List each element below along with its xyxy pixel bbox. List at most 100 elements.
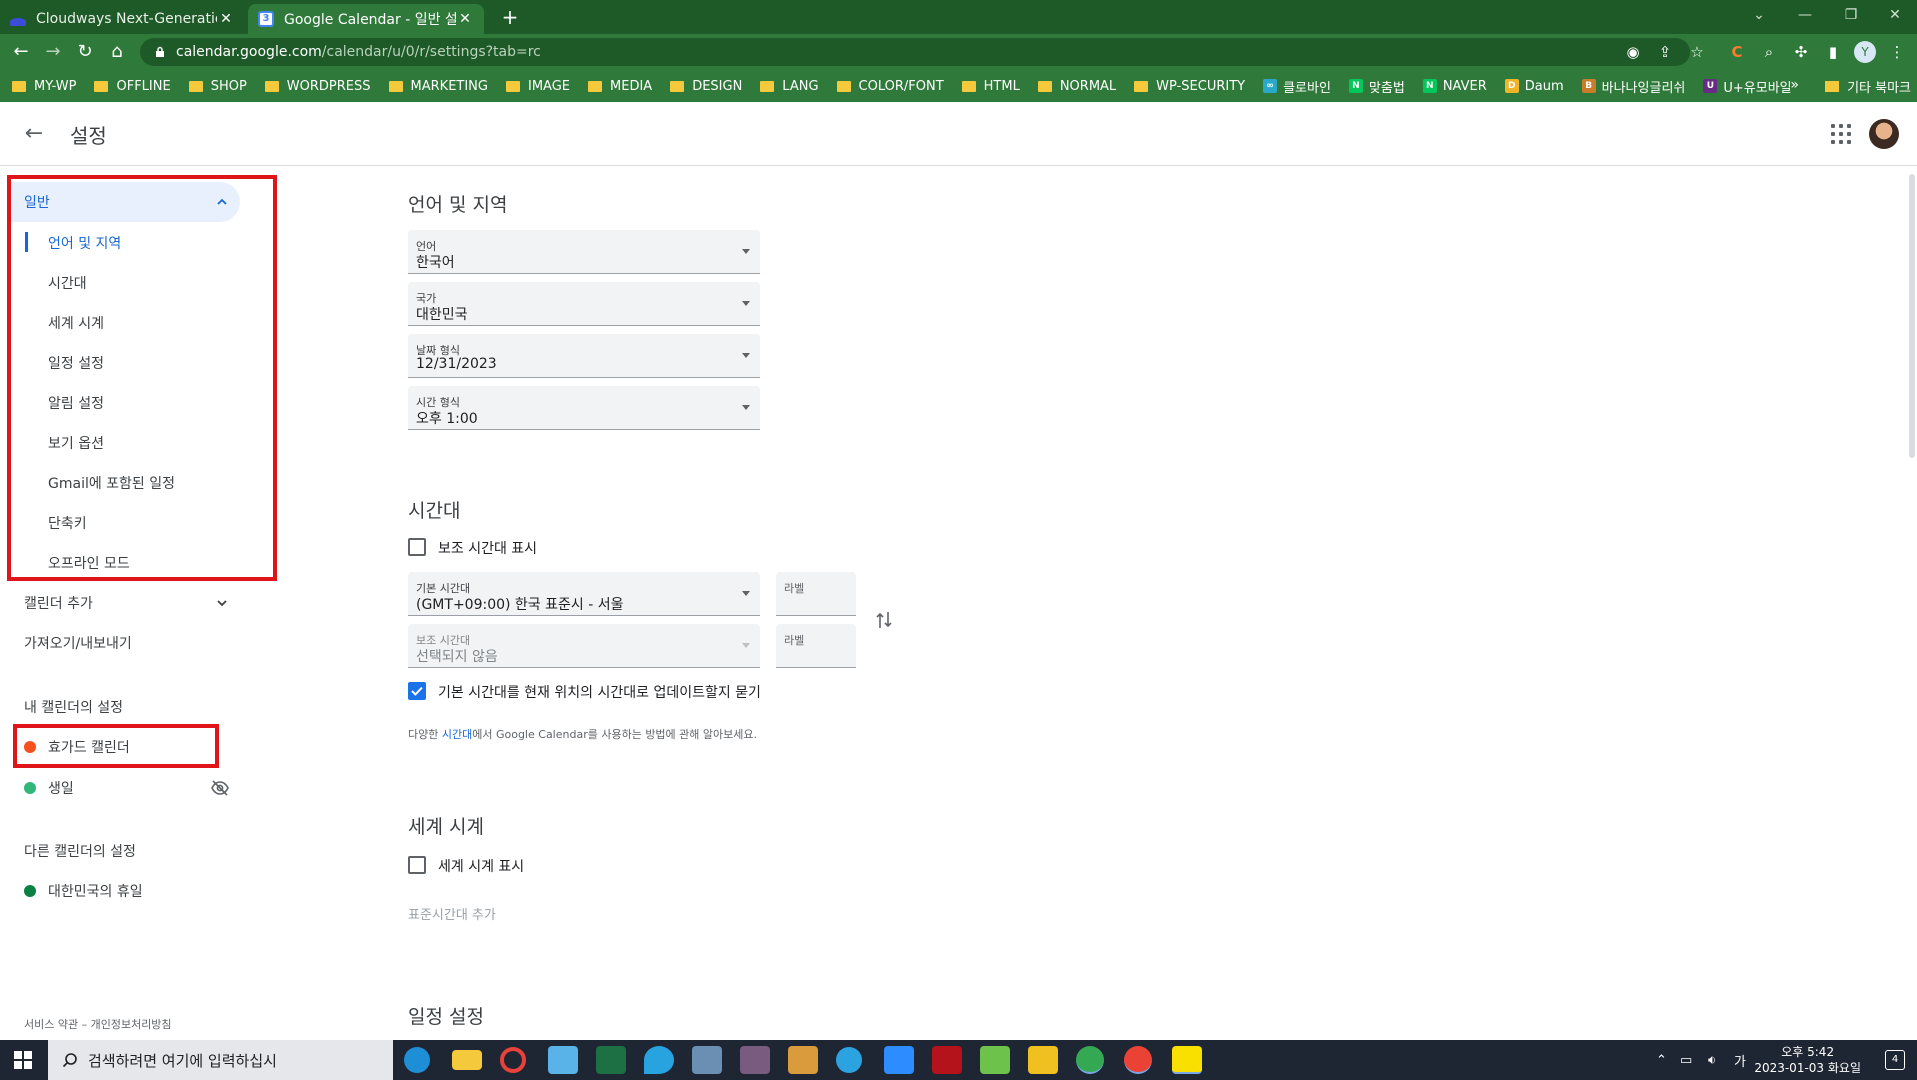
sidebar-item-import-export[interactable]: 가져오기/내보내기 xyxy=(24,633,132,653)
menu-icon[interactable]: ⋮ xyxy=(1886,41,1908,63)
drive-icon[interactable] xyxy=(1028,1046,1058,1074)
country-select[interactable]: 국가 대한민국 xyxy=(408,282,760,326)
bookmark-item[interactable]: U U+유모바일 xyxy=(1703,77,1792,96)
visibility-off-icon[interactable] xyxy=(210,778,230,798)
bookmarks-more-icon[interactable]: » xyxy=(1790,77,1799,93)
tab-cloudways[interactable]: Cloudways Next-Generation Clo ✕ xyxy=(0,4,245,34)
bookmark-item[interactable]: D Daum xyxy=(1504,79,1564,94)
bookmark-item[interactable]: WP-SECURITY xyxy=(1134,79,1245,94)
opera-icon[interactable] xyxy=(500,1047,526,1073)
excel-icon[interactable] xyxy=(596,1046,626,1074)
kakaotalk-icon[interactable] xyxy=(1172,1046,1202,1074)
chrome-icon[interactable] xyxy=(1076,1046,1104,1074)
ask-update-timezone-checkbox[interactable] xyxy=(408,682,426,700)
google-apps-icon[interactable] xyxy=(1831,124,1851,144)
close-window-icon[interactable]: ✕ xyxy=(1872,0,1917,30)
bookmark-item[interactable]: WORDPRESS xyxy=(264,79,371,94)
bookmark-item[interactable]: MY-WP xyxy=(12,79,76,94)
back-arrow-icon[interactable]: ← xyxy=(22,122,46,146)
bookmark-item[interactable]: DESIGN xyxy=(670,79,742,94)
sidebar-item-add-calendar[interactable]: 캘린더 추가 xyxy=(24,593,93,613)
extension-search-icon[interactable]: ⌕ xyxy=(1758,41,1780,63)
primary-timezone-label-input[interactable]: 라벨 xyxy=(776,572,856,616)
bookmark-item[interactable]: ∞ 클로바인 xyxy=(1263,77,1331,96)
sidebar-item-korean-holidays[interactable]: 대한민국의 휴일 xyxy=(48,881,143,901)
extensions-puzzle-icon[interactable]: ✣ xyxy=(1790,41,1812,63)
bookmark-item[interactable]: SHOP xyxy=(188,79,247,94)
avatar[interactable] xyxy=(1869,119,1899,149)
chevron-down-icon[interactable] xyxy=(216,597,228,609)
bookmark-item[interactable]: N 맞춤법 xyxy=(1348,77,1405,96)
windows-start-icon[interactable] xyxy=(14,1051,32,1069)
address-bar[interactable]: calendar.google.com/calendar/u/0/r/setti… xyxy=(140,38,1690,66)
bookmark-label: LANG xyxy=(782,78,819,94)
app-icon[interactable] xyxy=(740,1046,770,1074)
secondary-timezone-label-input[interactable]: 라벨 xyxy=(776,624,856,668)
swap-timezones-icon[interactable] xyxy=(874,608,894,632)
show-hidden-icons[interactable]: ⌃ xyxy=(1656,1040,1667,1080)
other-bookmarks[interactable]: 기타 북마크 xyxy=(1825,72,1911,100)
star-icon[interactable]: ☆ xyxy=(1686,41,1708,63)
ime-indicator[interactable]: 가 xyxy=(1734,1040,1746,1080)
bookmark-item[interactable]: MARKETING xyxy=(388,79,488,94)
label-placeholder: 라벨 xyxy=(784,634,805,647)
date-format-select[interactable]: 날짜 형식 12/31/2023 xyxy=(408,334,760,378)
bookmark-item[interactable]: MEDIA xyxy=(588,79,652,94)
bookmark-item[interactable]: OFFLINE xyxy=(94,79,171,94)
home-icon[interactable]: ⌂ xyxy=(104,39,130,65)
bookmark-item[interactable]: HTML xyxy=(961,79,1020,94)
restore-icon[interactable]: ❐ xyxy=(1828,0,1874,30)
filezilla-icon[interactable] xyxy=(932,1046,962,1074)
calculator-icon[interactable] xyxy=(692,1046,722,1074)
chrome-icon[interactable] xyxy=(1124,1046,1152,1074)
bookmark-item[interactable]: B 바나나잉글리쉬 xyxy=(1581,77,1685,96)
edge-icon[interactable] xyxy=(404,1047,430,1073)
tab-search-icon[interactable]: ⌄ xyxy=(1736,0,1782,30)
app-icon[interactable] xyxy=(788,1046,818,1074)
language-select[interactable]: 언어 한국어 xyxy=(408,230,760,274)
telegram-icon[interactable] xyxy=(836,1047,862,1073)
bookmark-item[interactable]: COLOR/FONT xyxy=(836,79,944,94)
footer-links[interactable]: 서비스 약관 – 개인정보처리방침 xyxy=(24,1016,172,1032)
taskbar-search-input[interactable]: 검색하려면 여기에 입력하십시 xyxy=(48,1040,393,1080)
primary-timezone-select[interactable]: 기본 시간대 (GMT+09:00) 한국 표준시 - 서울 xyxy=(408,572,760,616)
add-timezone-link[interactable]: 표준시간대 추가 xyxy=(408,904,496,923)
zoom-icon[interactable] xyxy=(884,1046,914,1074)
close-tab-icon[interactable]: ✕ xyxy=(456,11,474,27)
bookmark-item[interactable]: N NAVER xyxy=(1422,79,1487,94)
app-icon[interactable] xyxy=(980,1046,1010,1074)
minimize-icon[interactable]: — xyxy=(1782,0,1828,30)
share-icon[interactable]: ⇪ xyxy=(1654,41,1676,63)
system-clock[interactable]: 오후 5:42 2023-01-03 화요일 xyxy=(1754,1044,1861,1076)
secondary-timezone-select[interactable]: 보조 시간대 선택되지 않음 xyxy=(408,624,760,668)
bookmark-item[interactable]: LANG xyxy=(760,78,819,94)
timezone-help-link[interactable]: 시간대 xyxy=(442,728,472,741)
eye-icon[interactable]: ◉ xyxy=(1622,41,1644,63)
forward-icon[interactable]: → xyxy=(40,39,66,65)
bookmark-item[interactable]: NORMAL xyxy=(1037,79,1116,94)
close-tab-icon[interactable]: ✕ xyxy=(217,11,235,27)
file-explorer-icon[interactable] xyxy=(452,1050,482,1070)
bookmark-label: 클로바인 xyxy=(1283,80,1331,96)
show-secondary-timezone-checkbox[interactable] xyxy=(408,538,426,556)
profile-icon[interactable]: Y xyxy=(1854,41,1876,63)
network-icon[interactable]: ▭ xyxy=(1680,1040,1692,1080)
folder-icon xyxy=(760,80,775,92)
bookmark-item[interactable]: IMAGE xyxy=(506,79,570,94)
reload-icon[interactable]: ↻ xyxy=(72,39,98,65)
sidebar-item-birthdays[interactable]: 생일 xyxy=(48,778,74,798)
twitter-icon[interactable] xyxy=(644,1046,674,1074)
show-world-clock-checkbox[interactable] xyxy=(408,856,426,874)
new-tab-button[interactable]: + xyxy=(498,4,522,30)
page-scrollbar[interactable] xyxy=(1909,174,1915,458)
page-title: 설정 xyxy=(70,124,107,148)
volume-icon[interactable]: 🔉︎ xyxy=(1708,1040,1716,1080)
tab-google-calendar[interactable]: 3 Google Calendar - 일반 설정 ✕ xyxy=(248,4,484,34)
notification-center-icon[interactable]: 4 xyxy=(1885,1050,1905,1070)
back-icon[interactable]: ← xyxy=(8,39,34,65)
field-value: 선택되지 않음 xyxy=(416,649,498,665)
side-panel-icon[interactable]: ▮ xyxy=(1822,41,1844,63)
extension-c-icon[interactable]: C xyxy=(1726,41,1748,63)
notepad-icon[interactable] xyxy=(548,1046,578,1074)
time-format-select[interactable]: 시간 형식 오후 1:00 xyxy=(408,386,760,430)
